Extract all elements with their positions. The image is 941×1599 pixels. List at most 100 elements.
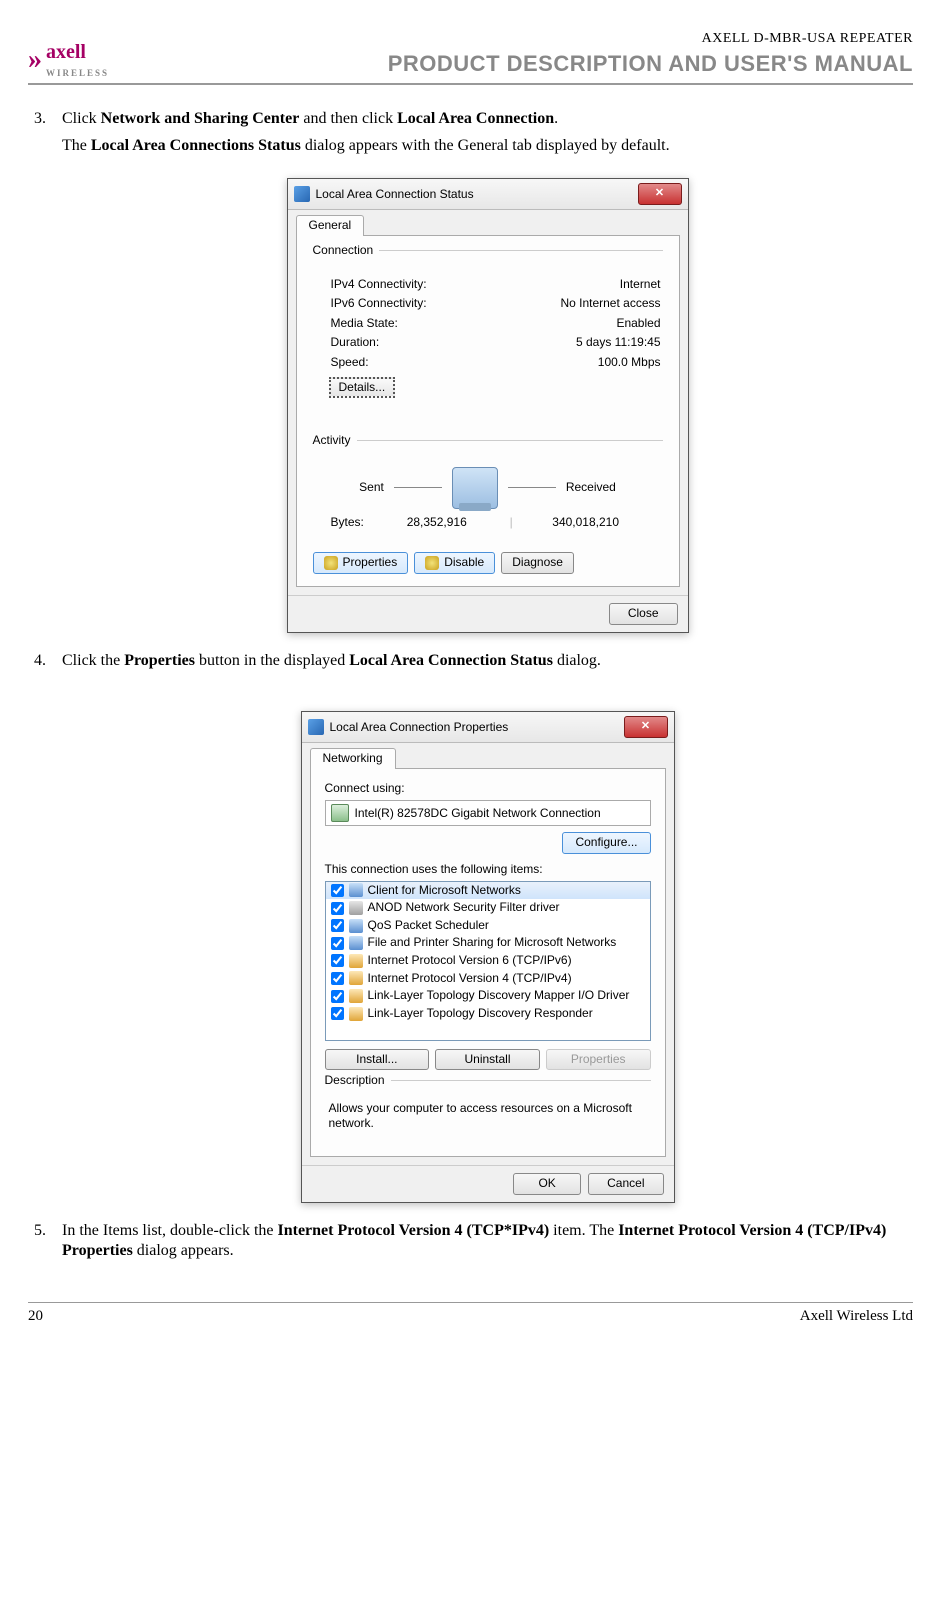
- local-area-connection-status-dialog: Local Area Connection Status ✕ General C…: [287, 178, 689, 632]
- window-icon: [308, 719, 324, 735]
- item-checkbox[interactable]: [331, 1007, 344, 1020]
- list-item[interactable]: Link-Layer Topology Discovery Mapper I/O…: [326, 987, 650, 1005]
- qos-icon: [349, 919, 363, 933]
- share-icon: [349, 936, 363, 950]
- dialog-titlebar: Local Area Connection Status ✕: [288, 179, 688, 210]
- details-button[interactable]: Details...: [329, 377, 396, 399]
- list-item[interactable]: File and Printer Sharing for Microsoft N…: [326, 934, 650, 952]
- description-legend: Description: [325, 1073, 391, 1089]
- list-item[interactable]: Client for Microsoft Networks: [326, 882, 650, 900]
- text: Internet Protocol Version 4 (TCP*IPv4): [278, 1222, 550, 1239]
- received-label: Received: [566, 480, 616, 496]
- close-button[interactable]: Close: [609, 603, 678, 625]
- connection-legend: Connection: [313, 243, 380, 259]
- list-item[interactable]: Internet Protocol Version 4 (TCP/IPv4): [326, 970, 650, 988]
- dialog-title: Local Area Connection Status: [316, 187, 474, 203]
- properties-button[interactable]: Properties: [313, 552, 409, 574]
- row-speed: Speed:100.0 Mbps: [313, 353, 663, 373]
- row-ipv4: IPv4 Connectivity:Internet: [313, 275, 663, 295]
- nic-field: Intel(R) 82578DC Gigabit Network Connect…: [325, 800, 651, 826]
- item-checkbox[interactable]: [331, 884, 344, 897]
- tab-general[interactable]: General: [296, 215, 365, 236]
- step-4: Click the Properties button in the displ…: [28, 651, 913, 1203]
- text: dialog appears with the General tab disp…: [301, 137, 670, 154]
- text: The: [62, 137, 91, 154]
- logo-mark-icon: »: [28, 42, 42, 78]
- row-media: Media State:Enabled: [313, 314, 663, 334]
- disable-icon: [425, 556, 439, 570]
- connect-using-label: Connect using:: [325, 781, 651, 797]
- step-3: Click Network and Sharing Center and the…: [28, 109, 913, 633]
- item-checkbox[interactable]: [331, 990, 344, 1003]
- instruction-list: Click Network and Sharing Center and the…: [28, 109, 913, 1262]
- step-5: In the Items list, double-click the Inte…: [28, 1221, 913, 1263]
- text: item. The: [549, 1222, 618, 1239]
- connection-items-list[interactable]: Client for Microsoft Networks ANOD Netwo…: [325, 881, 651, 1041]
- text: .: [554, 110, 558, 127]
- list-item[interactable]: ANOD Network Security Filter driver: [326, 899, 650, 917]
- driver-icon: [349, 901, 363, 915]
- bytes-sent: 28,352,916: [364, 515, 510, 531]
- page-number: 20: [28, 1307, 43, 1327]
- list-item[interactable]: QoS Packet Scheduler: [326, 917, 650, 935]
- protocol-icon: [349, 954, 363, 968]
- list-item[interactable]: Internet Protocol Version 6 (TCP/IPv6): [326, 952, 650, 970]
- lltd-icon: [349, 989, 363, 1003]
- diagnose-button[interactable]: Diagnose: [501, 552, 574, 574]
- row-duration: Duration:5 days 11:19:45: [313, 333, 663, 353]
- tab-networking[interactable]: Networking: [310, 748, 396, 769]
- text: Properties: [124, 652, 195, 669]
- text: Local Area Connections Status: [91, 137, 301, 154]
- configure-button[interactable]: Configure...: [562, 832, 650, 854]
- list-item[interactable]: Link-Layer Topology Discovery Responder: [326, 1005, 650, 1023]
- properties-icon: [324, 556, 338, 570]
- item-checkbox[interactable]: [331, 902, 344, 915]
- bytes-received: 340,018,210: [513, 515, 659, 531]
- local-area-connection-properties-dialog: Local Area Connection Properties ✕ Netwo…: [301, 711, 675, 1202]
- brand-sub: WIRELESS: [46, 68, 109, 78]
- text: Network and Sharing Center: [101, 110, 300, 127]
- text: dialog appears.: [133, 1242, 234, 1259]
- nic-icon: [331, 804, 349, 822]
- header-product-line: AXELL D-MBR-USA REPEATER: [388, 30, 913, 48]
- sent-label: Sent: [359, 480, 384, 496]
- item-checkbox[interactable]: [331, 919, 344, 932]
- protocol-icon: [349, 971, 363, 985]
- description-text: Allows your computer to access resources…: [325, 1101, 651, 1142]
- activity-graphic: Sent Received: [313, 467, 663, 509]
- row-ipv6: IPv6 Connectivity:No Internet access: [313, 294, 663, 314]
- cancel-button[interactable]: Cancel: [588, 1173, 663, 1195]
- text: dialog.: [553, 652, 601, 669]
- header-doc-title: PRODUCT DESCRIPTION AND USER'S MANUAL: [388, 50, 913, 79]
- text: Click: [62, 110, 101, 127]
- items-label: This connection uses the following items…: [325, 862, 651, 878]
- client-icon: [349, 883, 363, 897]
- text: In the Items list, double-click the: [62, 1222, 278, 1239]
- close-icon[interactable]: ✕: [638, 183, 682, 205]
- text: button in the displayed: [195, 652, 349, 669]
- lltd-icon: [349, 1007, 363, 1021]
- text: and then click: [299, 110, 397, 127]
- item-properties-button[interactable]: Properties: [546, 1049, 651, 1071]
- page-header: » axell WIRELESS AXELL D-MBR-USA REPEATE…: [28, 30, 913, 85]
- install-button[interactable]: Install...: [325, 1049, 430, 1071]
- item-checkbox[interactable]: [331, 954, 344, 967]
- bytes-label: Bytes:: [331, 515, 364, 531]
- dialog-titlebar: Local Area Connection Properties ✕: [302, 712, 674, 743]
- text: Local Area Connection Status: [349, 652, 553, 669]
- close-icon[interactable]: ✕: [624, 716, 668, 738]
- network-icon: [452, 467, 498, 509]
- ok-button[interactable]: OK: [513, 1173, 580, 1195]
- text: Local Area Connection: [397, 110, 554, 127]
- uninstall-button[interactable]: Uninstall: [435, 1049, 540, 1071]
- dialog-title: Local Area Connection Properties: [330, 720, 509, 736]
- item-checkbox[interactable]: [331, 937, 344, 950]
- brand-logo: » axell WIRELESS: [28, 42, 109, 78]
- item-checkbox[interactable]: [331, 972, 344, 985]
- window-icon: [294, 186, 310, 202]
- page-footer: 20 Axell Wireless Ltd: [28, 1302, 913, 1327]
- disable-button[interactable]: Disable: [414, 552, 495, 574]
- brand-name: axell: [46, 41, 86, 63]
- nic-name: Intel(R) 82578DC Gigabit Network Connect…: [355, 806, 601, 822]
- activity-legend: Activity: [313, 433, 357, 449]
